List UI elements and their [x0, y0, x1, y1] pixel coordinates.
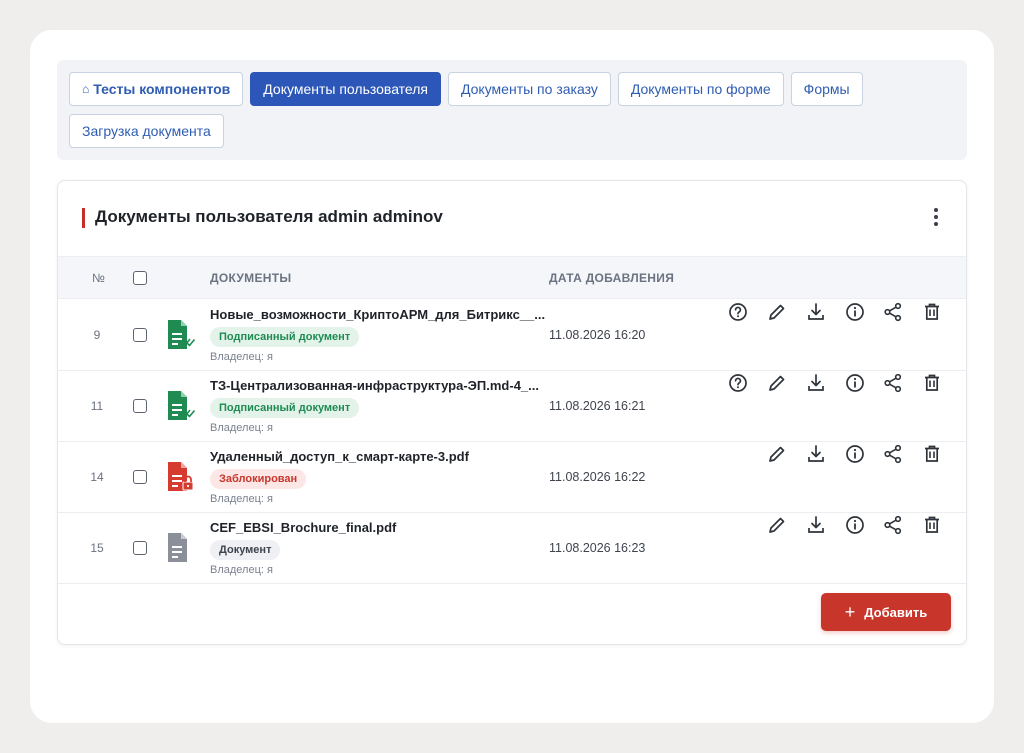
- date-added: 11.08.2026 16:23: [549, 541, 646, 555]
- documents-card: Документы пользователя admin adminov № Д…: [57, 180, 967, 645]
- table-row[interactable]: 9 Новые_возможности_КриптоАРМ_для_Битрик…: [58, 300, 966, 371]
- table-row[interactable]: 11 ТЗ-Централизованная-инфраструктура-ЭП…: [58, 371, 966, 442]
- edit-icon[interactable]: [765, 513, 789, 537]
- help-icon[interactable]: [726, 371, 750, 395]
- date-added: 11.08.2026 16:21: [549, 399, 646, 413]
- status-badge: Заблокирован: [210, 469, 307, 489]
- plus-icon: +: [844, 602, 856, 622]
- share-icon[interactable]: [881, 442, 905, 466]
- tab-document-upload[interactable]: Загрузка документа: [69, 114, 224, 148]
- delete-icon[interactable]: [920, 513, 944, 537]
- edit-icon[interactable]: [765, 371, 789, 395]
- share-icon[interactable]: [881, 371, 905, 395]
- status-badge: Подписанный документ: [210, 398, 360, 418]
- download-icon[interactable]: [804, 513, 828, 537]
- help-icon[interactable]: [726, 300, 750, 324]
- tabs-bar: ⌂ Тесты компонентов Документы пользовате…: [69, 72, 955, 148]
- row-number: 11: [90, 399, 104, 413]
- document-icon: [166, 532, 196, 564]
- document-name[interactable]: ТЗ-Централизованная-инфраструктура-ЭП.md…: [210, 378, 539, 393]
- info-icon[interactable]: [843, 371, 867, 395]
- card-header: Документы пользователя admin adminov: [58, 181, 966, 256]
- locked-document-icon: [166, 461, 196, 493]
- row-number: 9: [93, 328, 101, 342]
- document-owner: Владелец: я: [210, 422, 273, 434]
- row-number: 14: [90, 470, 104, 484]
- tab-form-documents[interactable]: Документы по форме: [617, 72, 784, 106]
- home-icon: ⌂: [82, 82, 90, 96]
- download-icon[interactable]: [804, 442, 828, 466]
- row-checkbox[interactable]: [133, 399, 147, 413]
- add-button-label: Добавить: [864, 604, 928, 620]
- signed-document-icon: [166, 319, 196, 351]
- table-header: № ДОКУМЕНТЫ ДАТА ДОБАВЛЕНИЯ: [58, 256, 966, 299]
- delete-icon[interactable]: [920, 300, 944, 324]
- tab-label: Документы по форме: [630, 81, 771, 97]
- tab-label: Тесты компонентов: [93, 81, 231, 97]
- date-added: 11.08.2026 16:22: [549, 470, 646, 484]
- document-owner: Владелец: я: [210, 351, 273, 363]
- signed-document-icon: [166, 390, 196, 422]
- select-all-checkbox[interactable]: [133, 271, 147, 285]
- document-owner: Владелец: я: [210, 493, 273, 505]
- delete-icon[interactable]: [920, 442, 944, 466]
- document-owner: Владелец: я: [210, 564, 273, 576]
- status-badge: Документ: [210, 540, 281, 560]
- tab-forms[interactable]: Формы: [790, 72, 863, 106]
- tab-order-documents[interactable]: Документы по заказу: [448, 72, 611, 106]
- info-icon[interactable]: [843, 300, 867, 324]
- row-checkbox[interactable]: [133, 541, 147, 555]
- tab-user-documents[interactable]: Документы пользователя: [250, 72, 441, 106]
- table-row[interactable]: 14 Удаленный_доступ_к_смарт-карте-3.pdf …: [58, 442, 966, 513]
- tab-label: Загрузка документа: [82, 123, 211, 139]
- row-number: 15: [90, 541, 104, 555]
- kebab-menu-icon[interactable]: [928, 205, 944, 231]
- tab-label: Документы по заказу: [461, 81, 598, 97]
- row-checkbox[interactable]: [133, 328, 147, 342]
- share-icon[interactable]: [881, 513, 905, 537]
- row-checkbox[interactable]: [133, 470, 147, 484]
- column-date-added: ДАТА ДОБАВЛЕНИЯ: [549, 271, 675, 285]
- download-icon[interactable]: [804, 300, 828, 324]
- tab-component-tests[interactable]: ⌂ Тесты компонентов: [69, 72, 244, 106]
- info-icon[interactable]: [843, 442, 867, 466]
- download-icon[interactable]: [804, 371, 828, 395]
- info-icon[interactable]: [843, 513, 867, 537]
- date-added: 11.08.2026 16:20: [549, 328, 646, 342]
- card-title: Документы пользователя admin adminov: [95, 207, 443, 226]
- tabs-panel: ⌂ Тесты компонентов Документы пользовате…: [57, 60, 967, 160]
- column-number: №: [92, 271, 105, 285]
- app-frame: ⌂ Тесты компонентов Документы пользовате…: [30, 30, 994, 723]
- edit-icon[interactable]: [765, 442, 789, 466]
- add-document-button[interactable]: + Добавить: [821, 593, 951, 631]
- status-badge: Подписанный документ: [210, 327, 360, 347]
- tab-label: Документы пользователя: [263, 81, 428, 97]
- share-icon[interactable]: [881, 300, 905, 324]
- tab-label: Формы: [803, 81, 850, 97]
- delete-icon[interactable]: [920, 371, 944, 395]
- column-documents: ДОКУМЕНТЫ: [210, 271, 292, 285]
- document-name[interactable]: Удаленный_доступ_к_смарт-карте-3.pdf: [210, 449, 469, 464]
- document-name[interactable]: Новые_возможности_КриптоАРМ_для_Битрикс_…: [210, 307, 545, 322]
- table-row[interactable]: 15 CEF_EBSI_Brochure_final.pdf Документ …: [58, 513, 966, 584]
- title-accent-bar: [82, 208, 85, 228]
- document-name[interactable]: CEF_EBSI_Brochure_final.pdf: [210, 520, 396, 535]
- edit-icon[interactable]: [765, 300, 789, 324]
